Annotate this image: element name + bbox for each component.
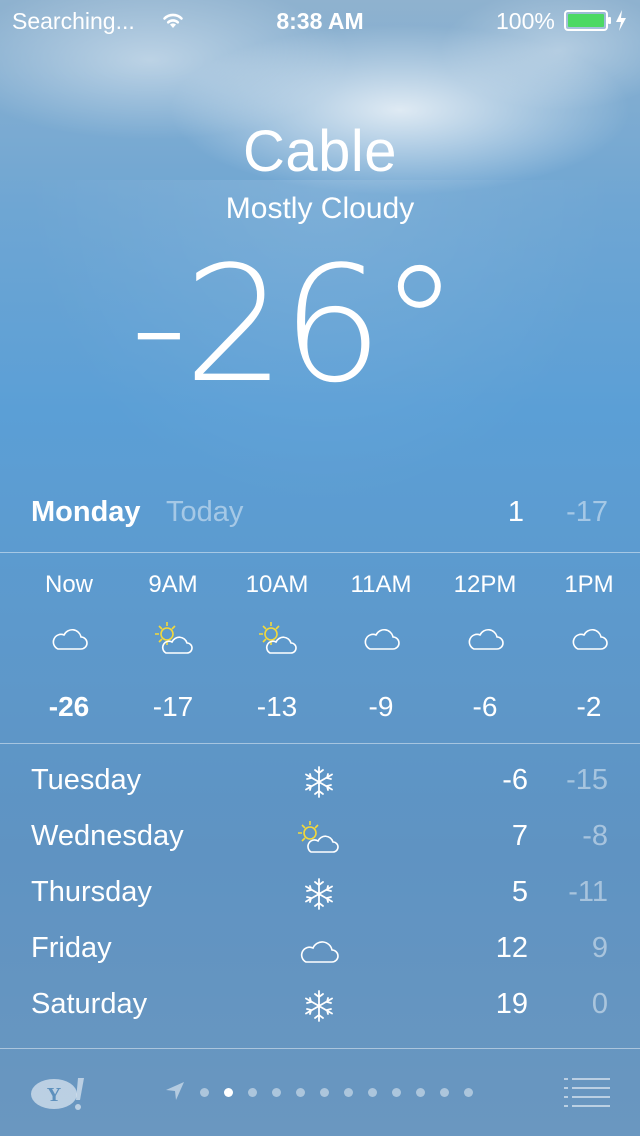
cloud-icon xyxy=(52,629,88,650)
page-dot[interactable] xyxy=(248,1088,257,1097)
page-dot[interactable] xyxy=(368,1088,377,1097)
hour-item: Now -26 xyxy=(17,553,121,743)
hour-item: 10AM -13 xyxy=(225,553,329,743)
hour-time: 11AM xyxy=(350,571,412,598)
divider-bottom xyxy=(0,743,640,744)
daily-high: 5 xyxy=(511,876,528,908)
today-summary-row: Monday Today 1 -17 xyxy=(0,496,640,540)
partly-sunny-icon xyxy=(155,622,193,654)
daily-high: 12 xyxy=(495,932,528,964)
current-condition: Mostly Cloudy xyxy=(225,192,415,225)
hour-time: 10AM xyxy=(245,571,309,598)
hour-time: 1PM xyxy=(564,571,614,598)
page-dot[interactable] xyxy=(296,1088,305,1097)
daily-low: 9 xyxy=(591,932,608,964)
daily-row: Saturday 19 0 xyxy=(0,980,640,1036)
snowflake-icon xyxy=(305,878,333,910)
daily-low: -8 xyxy=(582,820,608,852)
divider-footer xyxy=(0,1048,640,1049)
hour-temp: -26 xyxy=(48,691,90,722)
hour-temp: -2 xyxy=(576,691,602,722)
today-low: -17 xyxy=(566,496,608,528)
page-dot[interactable] xyxy=(344,1088,353,1097)
hour-temp: -9 xyxy=(368,691,394,722)
page-dot[interactable] xyxy=(200,1088,209,1097)
daily-row: Friday 12 9 xyxy=(0,924,640,980)
cloud-icon xyxy=(468,629,504,650)
page-dot[interactable] xyxy=(464,1088,473,1097)
hour-temp: -6 xyxy=(472,691,498,722)
daily-day-name: Saturday xyxy=(31,988,148,1020)
hour-time: 9AM xyxy=(148,571,198,598)
cloud-icon xyxy=(572,629,608,650)
snowflake-icon xyxy=(305,990,333,1022)
battery-icon xyxy=(564,10,611,31)
hourly-forecast[interactable]: Now -26 9AM -17 10AM -13 11AM -9 12PM -6… xyxy=(0,553,640,743)
hour-temp: -17 xyxy=(152,691,194,722)
cloud-icon xyxy=(364,629,400,650)
status-bar: Searching... 8:38 AM 100% xyxy=(0,0,640,40)
hour-time: 12PM xyxy=(453,571,517,598)
list-icon[interactable] xyxy=(564,1077,610,1107)
daily-row: Tuesday -6 -15 xyxy=(0,756,640,812)
daily-low: 0 xyxy=(591,988,608,1020)
current-temperature-block: -26° xyxy=(0,240,640,410)
partly-sunny-icon xyxy=(298,821,339,853)
current-temperature: -26° xyxy=(130,231,459,418)
hour-time: Now xyxy=(44,571,93,598)
daily-row: Wednesday 7 -8 xyxy=(0,812,640,868)
daily-day-name: Wednesday xyxy=(31,820,184,852)
today-high: 1 xyxy=(507,496,524,528)
page-dot[interactable] xyxy=(272,1088,281,1097)
hour-item: 9AM -17 xyxy=(121,553,225,743)
yahoo-logo-icon[interactable]: Y xyxy=(30,1076,88,1112)
bottom-toolbar: Y xyxy=(0,1050,640,1136)
daily-low: -15 xyxy=(566,764,608,796)
charging-bolt-icon xyxy=(616,10,626,31)
hour-item: 11AM -9 xyxy=(329,553,433,743)
page-indicator[interactable] xyxy=(164,1082,473,1102)
page-dot[interactable] xyxy=(320,1088,329,1097)
daily-high: 7 xyxy=(511,820,528,852)
today-label: Today xyxy=(166,496,244,528)
page-dot[interactable] xyxy=(440,1088,449,1097)
partly-sunny-icon xyxy=(259,622,297,654)
daily-day-name: Thursday xyxy=(31,876,152,908)
hour-item: 12PM -6 xyxy=(433,553,537,743)
daily-day-name: Tuesday xyxy=(31,764,142,796)
snowflake-icon xyxy=(305,766,333,798)
daily-row: Thursday 5 -11 xyxy=(0,868,640,924)
daily-low: -11 xyxy=(568,876,608,908)
daily-high: 19 xyxy=(495,988,528,1020)
daily-day-name: Friday xyxy=(31,932,112,964)
svg-text:Y: Y xyxy=(47,1084,62,1106)
cloud-icon xyxy=(300,941,339,963)
page-dot[interactable] xyxy=(416,1088,425,1097)
daily-high: -6 xyxy=(502,764,528,796)
hour-item: 1PM -2 xyxy=(537,553,640,743)
city-name: Cable xyxy=(242,119,398,184)
battery-percentage: 100% xyxy=(496,8,555,34)
page-dot[interactable] xyxy=(392,1088,401,1097)
today-day-name: Monday xyxy=(31,496,141,528)
hour-temp: -13 xyxy=(256,691,298,722)
page-dot[interactable] xyxy=(224,1088,233,1097)
